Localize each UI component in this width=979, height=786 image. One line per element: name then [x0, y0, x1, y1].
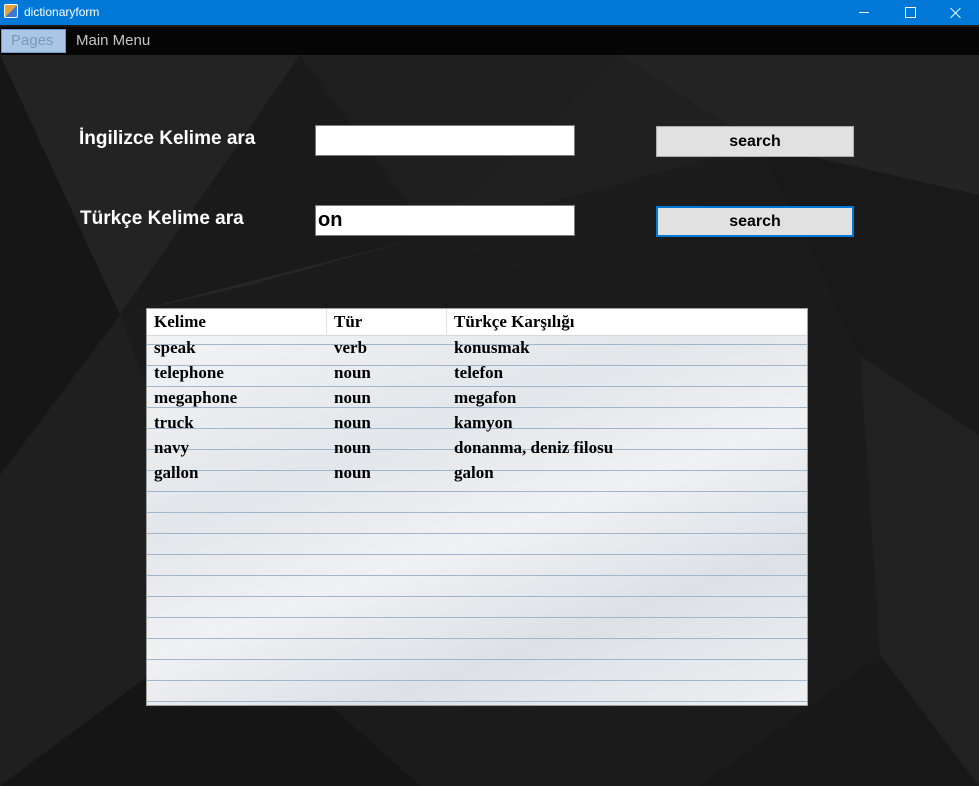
- maximize-icon: [904, 7, 916, 18]
- cell-turkce: megafon: [454, 388, 517, 407]
- cell-turkce: kamyon: [454, 413, 513, 432]
- turkish-search-button[interactable]: search: [656, 206, 854, 237]
- cell-tur: noun: [334, 413, 371, 432]
- cell-kelime: speak: [154, 338, 196, 357]
- close-icon: [950, 7, 962, 19]
- english-search-input[interactable]: [315, 125, 575, 156]
- column-header-turkce-karsiligi[interactable]: Türkçe Karşılığı: [447, 309, 807, 335]
- minimize-button[interactable]: [841, 0, 887, 25]
- cell-tur: verb: [334, 338, 368, 357]
- table-row[interactable]: speak verb konusmak: [147, 335, 807, 360]
- english-search-label: İngilizce Kelime ara: [79, 128, 256, 149]
- cell-tur: noun: [334, 388, 371, 407]
- table-row[interactable]: gallon noun galon: [147, 460, 807, 485]
- app-icon: [4, 4, 18, 18]
- window-title: dictionaryform: [24, 5, 100, 19]
- cell-turkce: galon: [454, 463, 494, 482]
- cell-kelime: megaphone: [154, 388, 238, 407]
- turkish-search-input[interactable]: [315, 205, 575, 236]
- turkish-search-label: Türkçe Kelime ara: [80, 208, 244, 229]
- grid-header: Kelime Tür Türkçe Karşılığı: [147, 309, 807, 336]
- dictionary-window: dictionaryform Pages Main Menu İngilizce…: [0, 0, 979, 786]
- cell-kelime: telephone: [154, 363, 224, 382]
- cell-kelime: gallon: [154, 463, 199, 482]
- menu-item-pages[interactable]: Pages: [1, 29, 66, 53]
- cell-kelime: navy: [154, 438, 189, 457]
- menu-item-main-menu[interactable]: Main Menu: [67, 29, 159, 53]
- table-row[interactable]: truck noun kamyon: [147, 410, 807, 435]
- cell-tur: noun: [334, 438, 371, 457]
- close-button[interactable]: [933, 0, 979, 25]
- results-grid[interactable]: Kelime Tür Türkçe Karşılığı speak verb k…: [146, 308, 808, 706]
- menu-bar: Pages Main Menu: [0, 27, 979, 55]
- minimize-icon: [859, 12, 869, 13]
- table-row[interactable]: navy noun donanma, deniz filosu: [147, 435, 807, 460]
- english-search-button[interactable]: search: [656, 126, 854, 157]
- column-header-tur[interactable]: Tür: [327, 309, 447, 335]
- cell-tur: noun: [334, 463, 371, 482]
- cell-turkce: donanma, deniz filosu: [454, 438, 614, 457]
- cell-kelime: truck: [154, 413, 194, 432]
- cell-turkce: telefon: [454, 363, 504, 382]
- cell-tur: noun: [334, 363, 371, 382]
- title-bar[interactable]: dictionaryform: [0, 0, 979, 25]
- table-row[interactable]: megaphone noun megafon: [147, 385, 807, 410]
- maximize-button[interactable]: [887, 0, 933, 25]
- cell-turkce: konusmak: [454, 338, 530, 357]
- table-row[interactable]: telephone noun telefon: [147, 360, 807, 385]
- column-header-kelime[interactable]: Kelime: [147, 309, 327, 335]
